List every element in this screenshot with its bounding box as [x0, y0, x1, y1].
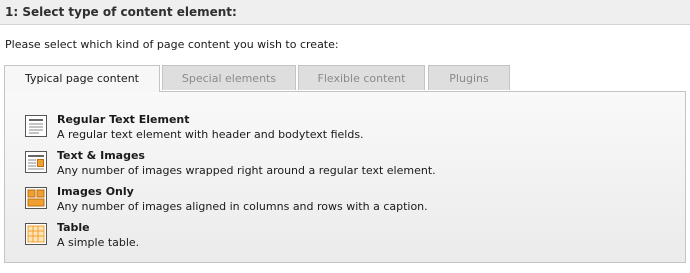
element-description: A regular text element with header and b… — [57, 128, 364, 141]
element-text-images[interactable]: Text & Images Any number of images wrapp… — [25, 149, 625, 183]
element-description: Any number of images wrapped right aroun… — [57, 164, 436, 177]
element-table[interactable]: Table A simple table. — [25, 221, 625, 255]
element-title: Images Only — [57, 185, 134, 198]
tab-plugins[interactable]: Plugins — [428, 65, 510, 90]
table-icon — [25, 223, 47, 245]
instruction-text: Please select which kind of page content… — [5, 38, 339, 51]
text-element-icon — [25, 115, 47, 137]
element-title: Text & Images — [57, 149, 145, 162]
tab-special-elements[interactable]: Special elements — [162, 65, 296, 90]
element-images-only[interactable]: Images Only Any number of images aligned… — [25, 185, 625, 219]
tab-panel: Regular Text Element A regular text elem… — [4, 91, 686, 263]
images-only-icon — [25, 187, 47, 209]
tab-flexible-content[interactable]: Flexible content — [298, 65, 425, 90]
section-header: 1: Select type of content element: — [0, 0, 690, 25]
section-title: 1: Select type of content element: — [5, 5, 237, 19]
element-regular-text[interactable]: Regular Text Element A regular text elem… — [25, 113, 625, 147]
element-description: Any number of images aligned in columns … — [57, 200, 428, 213]
element-title: Table — [57, 221, 90, 234]
element-description: A simple table. — [57, 236, 140, 249]
text-images-icon — [25, 151, 47, 173]
tab-typical-page-content[interactable]: Typical page content — [4, 65, 160, 92]
element-title: Regular Text Element — [57, 113, 190, 126]
